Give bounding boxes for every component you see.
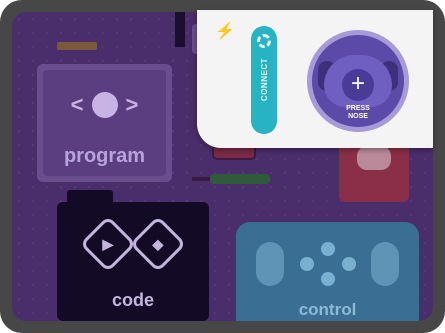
chevron-right-icon: >	[125, 92, 139, 117]
connect-label: CONNECT	[259, 58, 269, 102]
chevron-left-icon: <	[70, 92, 84, 117]
dpad-icon	[299, 242, 356, 286]
decor-stripe	[57, 42, 97, 50]
gamepad-left-grip	[256, 242, 284, 286]
press-nose-label: PRESS NOSE	[312, 105, 404, 121]
lightning-icon: ⚡	[215, 23, 235, 40]
robot-face-icon	[91, 92, 118, 118]
play-icon: ▶	[79, 215, 137, 273]
decor-dark-bar	[175, 12, 185, 47]
bone-icon	[357, 146, 391, 170]
connect-button[interactable]: CONNECT	[251, 26, 277, 134]
program-icon-row: < >	[37, 92, 172, 118]
plus-icon: +	[342, 69, 374, 101]
program-label: program	[63, 145, 146, 167]
connect-icon	[257, 34, 271, 48]
program-card[interactable]: < > program	[37, 64, 172, 182]
gamepad-icon	[256, 242, 399, 286]
code-icon-row: ▶ ◆	[57, 215, 209, 273]
control-card[interactable]: control	[236, 222, 419, 321]
control-label: control	[298, 300, 357, 319]
dog-icon: ◆	[129, 215, 187, 273]
press-label-line2: NOSE	[348, 113, 368, 120]
screwdriver-icon	[192, 174, 270, 184]
press-label-line1: PRESS	[346, 105, 370, 112]
gamepad-right-grip	[371, 242, 399, 286]
device-frame: < > program ▶ ◆ code control ⚡ CONNECT +…	[0, 0, 445, 333]
press-nose-button[interactable]: + PRESS NOSE	[307, 30, 409, 132]
code-card-tab	[67, 190, 113, 204]
code-label: code	[111, 290, 154, 310]
code-card[interactable]: ▶ ◆ code	[57, 190, 209, 321]
